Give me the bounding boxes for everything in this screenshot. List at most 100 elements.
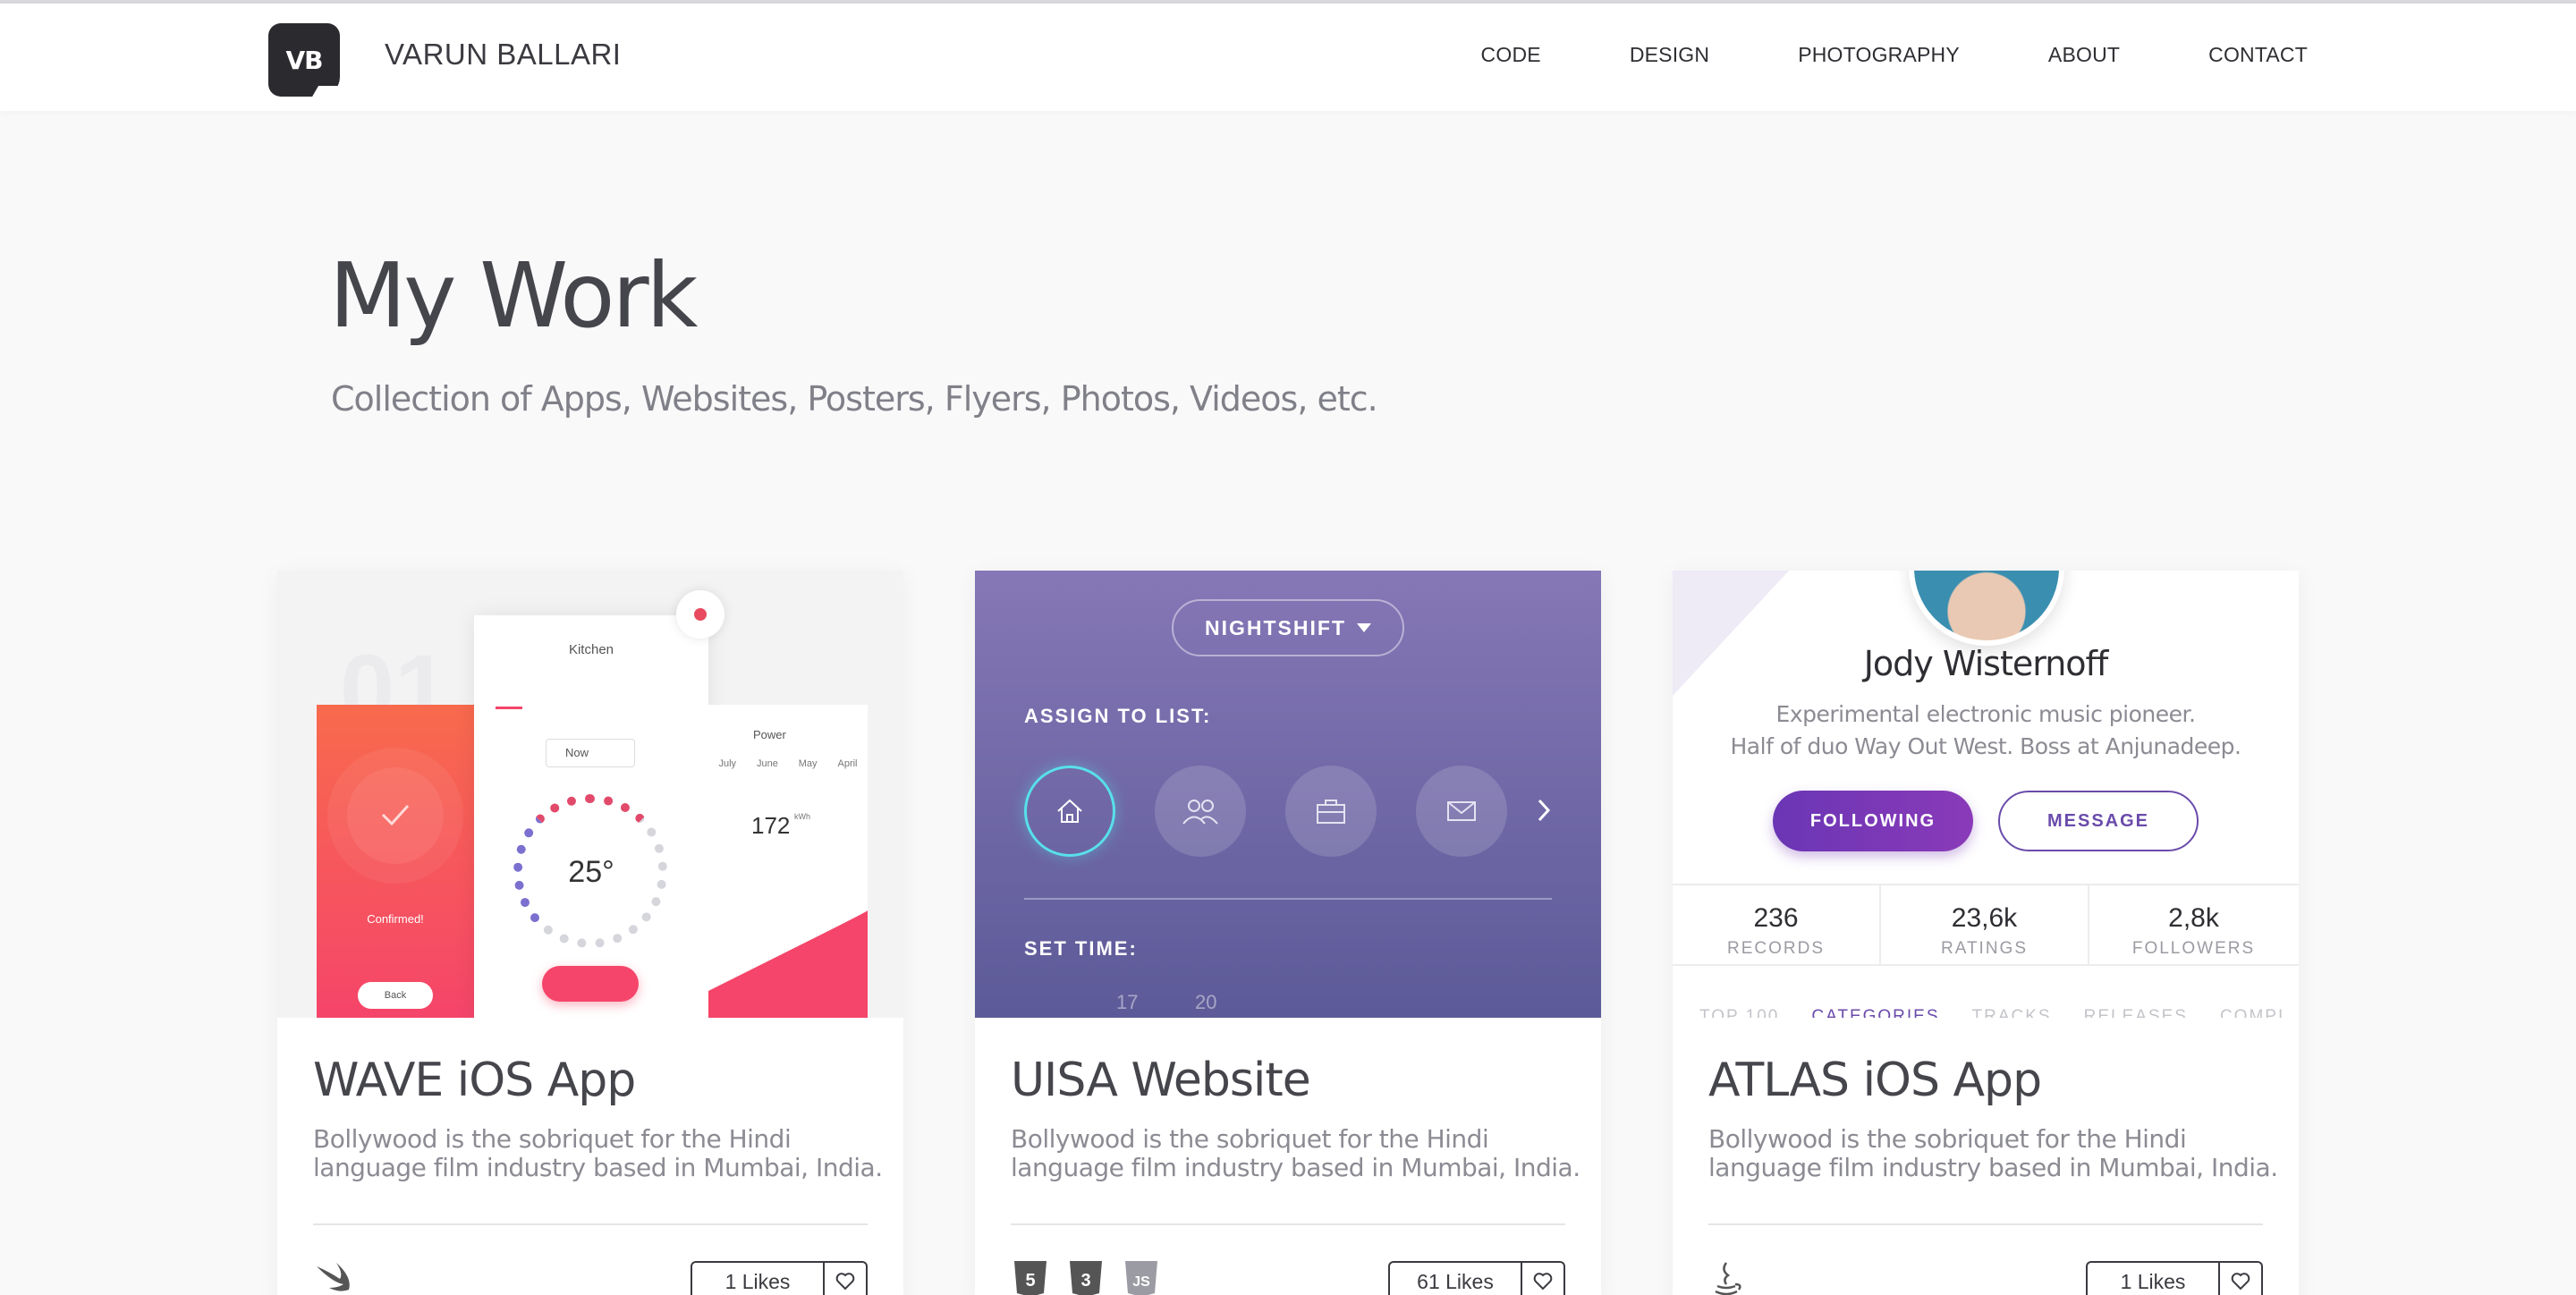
back-button: Back xyxy=(358,982,433,1009)
logo-text: VB xyxy=(285,45,323,75)
stat-label: FOLLOWERS xyxy=(2131,939,2256,958)
stat-value: 236 xyxy=(1753,903,1799,933)
nav-item-photography[interactable]: PHOTOGRAPHY xyxy=(1798,43,1960,67)
month-label: April xyxy=(837,758,858,769)
profile-name: Jody Wisternoff xyxy=(1863,644,2109,683)
month-label: July xyxy=(718,758,737,769)
people-icon xyxy=(1182,800,1218,825)
mail-icon xyxy=(1447,801,1476,821)
tab-top-100: TOP 100 xyxy=(1699,1007,1780,1018)
month-label: May xyxy=(798,758,818,769)
likes-count[interactable]: 1 Likes xyxy=(2086,1261,2220,1295)
assign-label: ASSIGN TO LIST: xyxy=(1024,705,1212,727)
divider xyxy=(1708,1223,2263,1225)
project-card-wave[interactable]: 01 Confirmed! Back Kitchen Now 25° Power… xyxy=(277,571,903,1295)
svg-text:5: 5 xyxy=(1025,1271,1035,1291)
stat-label: RATINGS xyxy=(1940,939,2029,958)
stat-ratings: 23,6k RATINGS xyxy=(1881,885,2089,964)
project-card-atlas[interactable]: Jody Wisternoff Experimental electronic … xyxy=(1673,571,2299,1295)
top-nav: VB VARUN BALLARI CODE DESIGN PHOTOGRAPHY… xyxy=(0,0,2576,111)
project-thumbnail[interactable]: 01 Confirmed! Back Kitchen Now 25° Power… xyxy=(277,571,903,1018)
divider xyxy=(1011,1223,1565,1225)
nightshift-dropdown: NIGHTSHIFT xyxy=(1172,599,1404,656)
css3-icon: 3 xyxy=(1070,1261,1102,1295)
temperature-value: 25° xyxy=(568,855,614,889)
home-icon xyxy=(1057,799,1082,823)
likes-control: 61 Likes xyxy=(1388,1261,1565,1295)
card-title[interactable]: WAVE iOS App xyxy=(313,1054,636,1107)
time-value: 17 xyxy=(1116,991,1139,1013)
message-button: MESSAGE xyxy=(1998,791,2199,851)
month-label: June xyxy=(756,758,778,769)
likes-count[interactable]: 61 Likes xyxy=(1388,1261,1522,1295)
page-subtitle: Collection of Apps, Websites, Posters, F… xyxy=(331,379,1378,419)
card-title[interactable]: UISA Website xyxy=(1011,1054,1311,1107)
briefcase-option xyxy=(1285,766,1377,857)
confirmed-label: Confirmed! xyxy=(367,912,424,926)
page-title: My Work xyxy=(329,243,698,348)
wave-confirm-screen: Confirmed! Back xyxy=(317,705,474,1018)
chevron-right-icon xyxy=(1538,799,1551,822)
stat-value: 2,8k xyxy=(2168,903,2219,933)
likes-control: 1 Likes xyxy=(2086,1261,2263,1295)
stat-records: 236 RECORDS xyxy=(1673,885,1881,964)
tab-categories: CATEGORIES xyxy=(1811,1007,1940,1018)
likes-control: 1 Likes xyxy=(691,1261,868,1295)
now-label: Now xyxy=(565,746,589,759)
wave-thermostat-screen: Kitchen Now 25° xyxy=(474,615,708,1018)
html5-icon: 5 xyxy=(1014,1261,1046,1295)
project-thumbnail[interactable]: NIGHTSHIFT ASSIGN TO LIST: SET TIME: 17 … xyxy=(975,571,1601,1018)
js-icon: JS xyxy=(1125,1261,1157,1295)
tech-icons xyxy=(1708,1259,1744,1295)
stat-value: 23,6k xyxy=(1951,903,2018,933)
divider xyxy=(1024,898,1552,900)
brand-name[interactable]: VARUN BALLARI xyxy=(385,38,621,72)
like-button[interactable] xyxy=(2220,1261,2263,1295)
swift-icon xyxy=(317,1263,350,1291)
people-option xyxy=(1155,766,1246,857)
following-button: FOLLOWING xyxy=(1773,791,1973,851)
stat-label: RECORDS xyxy=(1726,939,1825,958)
kitchen-label: Kitchen xyxy=(568,642,614,657)
tab-tracks: TRACKS xyxy=(1971,1007,2052,1018)
logo[interactable]: VB xyxy=(268,23,340,97)
svg-text:3: 3 xyxy=(1080,1271,1090,1291)
briefcase-icon xyxy=(1317,800,1345,824)
like-button[interactable] xyxy=(1522,1261,1565,1295)
check-icon xyxy=(381,804,410,826)
caret-down-icon xyxy=(1357,623,1371,632)
kwh-value: 172 xyxy=(751,812,791,839)
java-icon xyxy=(1715,1262,1741,1295)
heart-icon xyxy=(2231,1273,2250,1291)
card-description: Bollywood is the sobriquet for the Hindi… xyxy=(313,1124,883,1182)
stat-followers: 2,8k FOLLOWERS xyxy=(2089,885,2298,964)
card-description: Bollywood is the sobriquet for the Hindi… xyxy=(1708,1124,2278,1182)
mail-option xyxy=(1416,766,1507,857)
nav-item-about[interactable]: ABOUT xyxy=(2048,43,2120,67)
heart-icon xyxy=(1533,1273,1553,1291)
like-button[interactable] xyxy=(825,1261,868,1295)
profile-bio-line1: Experimental electronic music pioneer. xyxy=(1775,701,2196,727)
profile-bio-line2: Half of duo Way Out West. Boss at Anjuna… xyxy=(1730,733,2241,759)
tab-compilations: COMPI xyxy=(2219,1007,2285,1018)
heart-icon xyxy=(835,1273,855,1291)
profile-tabs: TOP 100 CATEGORIES TRACKS RELEASES COMPI xyxy=(1699,1007,2284,1018)
project-card-uisa[interactable]: NIGHTSHIFT ASSIGN TO LIST: SET TIME: 17 … xyxy=(975,571,1601,1295)
wave-power-screen: Power July June May April 172 kWh xyxy=(708,705,868,1018)
nav-item-contact[interactable]: CONTACT xyxy=(2208,43,2308,67)
likes-count[interactable]: 1 Likes xyxy=(691,1261,825,1295)
home-option xyxy=(1024,766,1115,857)
set-time-label: SET TIME: xyxy=(1024,937,1138,960)
tech-icons: 5 3 JS xyxy=(1011,1259,1161,1295)
project-thumbnail[interactable]: Jody Wisternoff Experimental electronic … xyxy=(1673,571,2299,1018)
nightshift-label: NIGHTSHIFT xyxy=(1205,615,1346,639)
kwh-unit: kWh xyxy=(794,812,810,821)
divider xyxy=(313,1223,868,1225)
card-title[interactable]: ATLAS iOS App xyxy=(1708,1054,2042,1107)
nav-item-design[interactable]: DESIGN xyxy=(1630,43,1709,67)
nav-item-code[interactable]: CODE xyxy=(1481,43,1541,67)
svg-text:JS: JS xyxy=(1132,1274,1150,1290)
tab-releases: RELEASES xyxy=(2083,1007,2188,1018)
card-description: Bollywood is the sobriquet for the Hindi… xyxy=(1011,1124,1580,1182)
nav-menu: CODE DESIGN PHOTOGRAPHY ABOUT CONTACT xyxy=(1393,43,2308,67)
